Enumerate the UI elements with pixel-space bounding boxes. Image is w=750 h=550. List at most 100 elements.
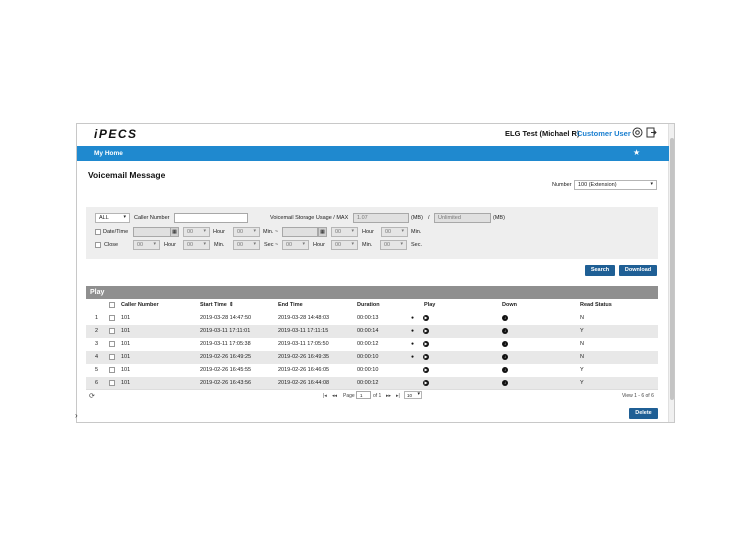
close-end-min-select[interactable]: 00 ▾: [331, 240, 358, 250]
col-caller-number[interactable]: Caller Number: [121, 302, 159, 308]
end-time-cell: 2019-03-11 17:11:15: [278, 328, 329, 334]
min-label: Min.: [214, 242, 225, 248]
col-duration[interactable]: Duration: [357, 302, 380, 308]
duration-cell: 00:00:10: [357, 354, 379, 360]
download-icon[interactable]: ↓: [502, 315, 508, 321]
row-checkbox[interactable]: [109, 380, 115, 386]
next-page-icon[interactable]: ▸▸: [386, 393, 391, 399]
storage-max-field: Unlimited: [434, 213, 491, 223]
play-icon[interactable]: ▶: [423, 367, 429, 373]
start-date-input[interactable]: [133, 227, 171, 237]
close-end-sec-select[interactable]: 00 ▾: [380, 240, 407, 250]
start-hour-select[interactable]: 00 ▾: [183, 227, 210, 237]
close-min-select[interactable]: 00 ▾: [183, 240, 210, 250]
read-status-cell: N: [580, 341, 584, 347]
play-icon[interactable]: ▶: [423, 354, 429, 360]
col-down[interactable]: Down: [502, 302, 517, 308]
col-read-status[interactable]: Read Status: [580, 302, 612, 308]
user-role-link[interactable]: Customer User: [577, 129, 631, 138]
caller-number-cell: 101: [121, 354, 131, 360]
nav-my-home[interactable]: My Home: [94, 150, 123, 157]
row-checkbox[interactable]: [109, 315, 115, 321]
datetime-checkbox[interactable]: [95, 229, 101, 235]
end-hour-select[interactable]: 00 ▾: [331, 227, 358, 237]
download-icon[interactable]: ↓: [502, 367, 508, 373]
calendar-icon[interactable]: ▦: [170, 227, 179, 237]
settings-icon[interactable]: [632, 127, 643, 138]
play-icon[interactable]: ▶: [423, 341, 429, 347]
row-number: 4: [95, 354, 99, 360]
start-min-select[interactable]: 00 ▾: [233, 227, 260, 237]
download-icon[interactable]: ↓: [502, 354, 508, 360]
vertical-scrollbar[interactable]: [668, 124, 674, 422]
hour-label: Hour: [313, 242, 325, 248]
duration-cell: 00:00:13: [357, 315, 379, 321]
voice-drop-icon: ●: [411, 328, 415, 334]
row-number: 6: [95, 380, 99, 386]
row-checkbox[interactable]: [109, 367, 115, 373]
chevron-right-icon[interactable]: ›: [75, 411, 78, 420]
caller-number-input[interactable]: [174, 213, 248, 223]
play-icon[interactable]: ▶: [423, 315, 429, 321]
storage-unit: (MB): [411, 215, 423, 221]
datetime-label: Date/Time: [103, 229, 129, 235]
close-sec-select[interactable]: 00 ▾: [233, 240, 260, 250]
download-icon[interactable]: ↓: [502, 380, 508, 386]
voice-drop-icon: ●: [411, 354, 415, 360]
select-value: 00: [335, 242, 342, 248]
first-page-icon[interactable]: |◂: [323, 393, 327, 399]
star-icon[interactable]: ★: [633, 148, 640, 157]
row-number: 5: [95, 367, 99, 373]
number-select-value: 100 (Extension): [578, 182, 617, 188]
play-icon[interactable]: ▶: [423, 380, 429, 386]
col-play[interactable]: Play: [424, 302, 435, 308]
row-checkbox[interactable]: [109, 328, 115, 334]
slash: /: [428, 215, 430, 221]
search-button[interactable]: Search: [585, 265, 615, 276]
play-icon[interactable]: ▶: [423, 328, 429, 334]
ipecs-logo: iPECS: [94, 127, 138, 141]
row-checkbox[interactable]: [109, 341, 115, 347]
sec-label: Sec.: [411, 242, 423, 248]
page-size-value: 10: [407, 393, 413, 398]
download-icon[interactable]: ↓: [502, 328, 508, 334]
last-page-icon[interactable]: ▸|: [396, 393, 400, 399]
refresh-icon[interactable]: ⟳: [89, 392, 95, 400]
number-select[interactable]: 100 (Extension) ▾: [574, 180, 657, 190]
calendar-icon[interactable]: ▦: [318, 227, 327, 237]
caller-number-cell: 101: [121, 341, 131, 347]
duration-cell: 00:00:12: [357, 380, 379, 386]
scrollbar-thumb[interactable]: [670, 138, 674, 400]
end-time-cell: 2019-03-28 14:48:03: [278, 315, 330, 321]
select-all-checkbox[interactable]: [109, 302, 115, 308]
select-value: 00: [384, 242, 391, 248]
download-button[interactable]: Download: [619, 265, 657, 276]
delete-button[interactable]: Delete: [629, 408, 658, 419]
type-select[interactable]: ALL ▾: [95, 213, 130, 223]
end-min-select[interactable]: 00 ▾: [381, 227, 408, 237]
chevron-down-icon: ▾: [650, 181, 653, 187]
logout-icon[interactable]: [646, 127, 657, 138]
close-hour-select[interactable]: 00 ▾: [133, 240, 160, 250]
close-end-hour-select[interactable]: 00 ▾: [282, 240, 309, 250]
end-date-input[interactable]: [282, 227, 318, 237]
col-end-time[interactable]: End Time: [278, 302, 303, 308]
page-size-select[interactable]: 10 ▾: [404, 391, 422, 399]
end-time-cell: 2019-02-26 16:49:35: [278, 354, 330, 360]
caller-number-cell: 101: [121, 380, 131, 386]
duration-cell: 00:00:10: [357, 367, 379, 373]
prev-page-icon[interactable]: ◂◂: [332, 393, 337, 399]
pager-bar: [86, 389, 658, 401]
range-min-label: Min. ~: [263, 229, 279, 235]
select-value: 00: [137, 242, 144, 248]
read-status-cell: Y: [580, 380, 584, 386]
read-status-cell: N: [580, 354, 584, 360]
close-checkbox[interactable]: [95, 242, 101, 248]
download-icon[interactable]: ↓: [502, 341, 508, 347]
col-start-time[interactable]: Start Time: [200, 302, 227, 308]
chevron-down-icon: ▾: [153, 241, 156, 247]
page-number-input[interactable]: 1: [356, 391, 371, 399]
sort-icon[interactable]: ⇕: [229, 302, 234, 308]
row-checkbox[interactable]: [109, 354, 115, 360]
page-count: of 1: [373, 393, 382, 399]
